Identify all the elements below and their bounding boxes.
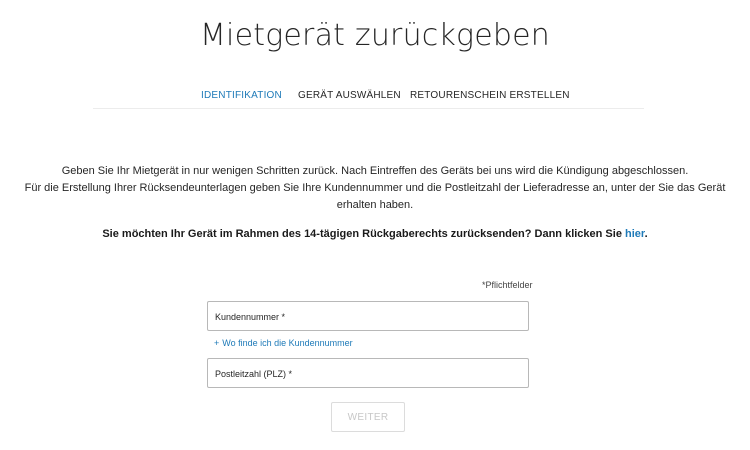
return-right-end: .	[644, 228, 648, 240]
return-right-text: Sie möchten Ihr Gerät im Rahmen des 14-t…	[102, 228, 625, 240]
return-right-notice: Sie möchten Ihr Gerät im Rahmen des 14-t…	[20, 228, 730, 240]
required-fields-note: *Pflichtfelder	[482, 280, 533, 290]
plus-icon: +	[214, 338, 220, 348]
customer-number-help-text: Wo finde ich die Kundennummer	[222, 338, 353, 348]
step-identifikation[interactable]: IDENTIFIKATION	[201, 90, 282, 101]
page-title: Mietgerät zurückgeben	[199, 18, 551, 53]
intro-line-1: Geben Sie Ihr Mietgerät in nur wenigen S…	[61, 165, 689, 177]
step-navigation: IDENTIFIKATION GERÄT AUSWÄHLEN RETOURENS…	[93, 84, 644, 109]
customer-number-help-link[interactable]: + Wo finde ich die Kundennummer	[214, 338, 353, 348]
step-retourenschein-erstellen[interactable]: RETOURENSCHEIN ERSTELLEN	[410, 90, 570, 101]
intro-text: Geben Sie Ihr Mietgerät in nur wenigen S…	[20, 163, 730, 214]
intro-line-2: Für die Erstellung Ihrer Rücksendeunterl…	[24, 182, 726, 194]
customer-number-label: Kundennummer *	[215, 312, 286, 322]
customer-number-field[interactable]: Kundennummer *	[207, 301, 529, 331]
step-geraet-auswaehlen[interactable]: GERÄT AUSWÄHLEN	[298, 90, 401, 101]
postcode-label: Postleitzahl (PLZ) *	[215, 369, 293, 379]
continue-button[interactable]: WEITER	[331, 402, 405, 432]
return-right-link[interactable]: hier	[625, 228, 645, 240]
intro-line-3: erhalten haben.	[336, 199, 414, 211]
postcode-field[interactable]: Postleitzahl (PLZ) *	[207, 358, 529, 388]
